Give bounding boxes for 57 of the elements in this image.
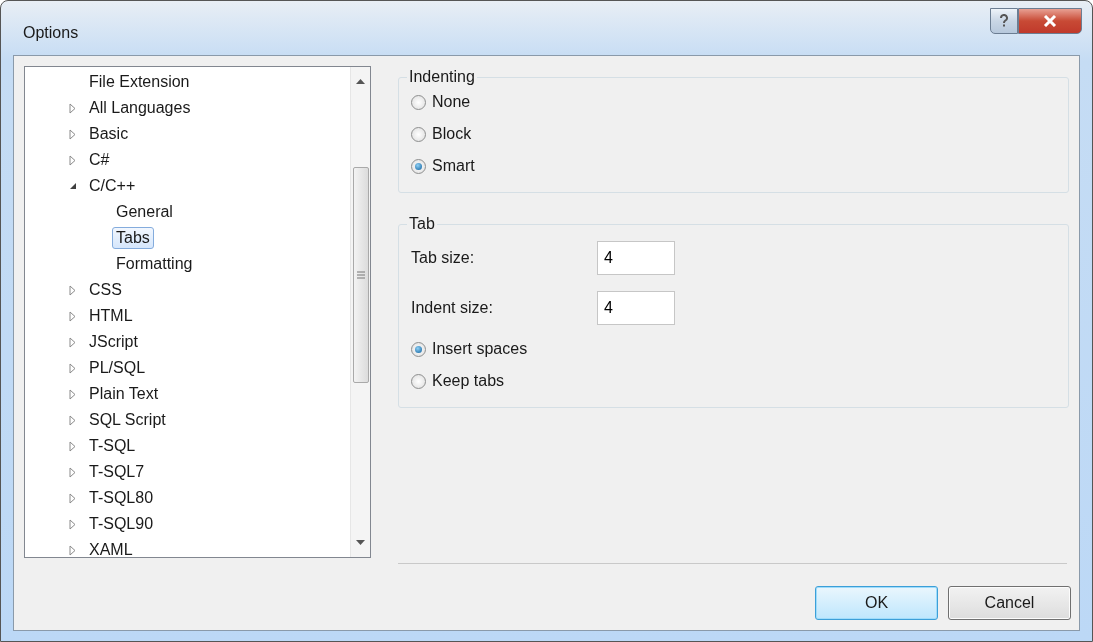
tree-item[interactable]: All Languages (85, 97, 195, 119)
category-tree[interactable]: File Extension All Languages Basic C# C/C++ General Tabs Formatting CSS HTML JScript PL/SQL Plain Text SQL Script T-SQL T-SQL7 T-SQL80 T-SQL90 XAML (24, 66, 371, 558)
dialog-button[interactable]: OK (815, 586, 938, 620)
dialog-button[interactable]: Cancel (948, 586, 1071, 620)
collapsed-arrow-icon[interactable] (69, 336, 76, 348)
scrollbar[interactable] (350, 67, 370, 557)
radio-option[interactable]: Insert spaces (411, 333, 528, 365)
tree-item[interactable]: HTML (85, 305, 137, 327)
collapsed-arrow-icon[interactable] (69, 466, 76, 478)
tree-item[interactable]: Tabs (112, 227, 154, 249)
radio-option[interactable]: Keep tabs (411, 365, 505, 397)
group-title: Indenting (408, 68, 476, 86)
tree-item[interactable]: SQL Script (85, 409, 170, 431)
radio-option[interactable]: Smart (411, 150, 475, 182)
collapsed-arrow-icon[interactable] (69, 414, 76, 426)
tree-item[interactable]: Formatting (112, 253, 197, 275)
tree-item[interactable]: XAML (85, 539, 137, 557)
tree-item[interactable]: Plain Text (85, 383, 163, 405)
radio-option[interactable]: None (411, 86, 471, 118)
collapsed-arrow-icon[interactable] (69, 440, 76, 452)
group-title: Tab (408, 215, 436, 233)
tree-item[interactable]: T-SQL80 (85, 487, 158, 509)
tree-item[interactable]: CSS (85, 279, 126, 301)
tree-item[interactable]: T-SQL (85, 435, 140, 457)
collapsed-arrow-icon[interactable] (69, 492, 76, 504)
tree-item[interactable]: JScript (85, 331, 142, 353)
input-field[interactable]: 4 (597, 241, 675, 275)
collapsed-arrow-icon[interactable] (69, 544, 76, 556)
scroll-down-icon[interactable] (356, 540, 365, 545)
collapsed-arrow-icon[interactable] (69, 388, 76, 400)
collapsed-arrow-icon[interactable] (69, 128, 76, 140)
radio-option[interactable]: Block (411, 118, 472, 150)
collapsed-arrow-icon[interactable] (69, 310, 76, 322)
close-button[interactable] (1018, 8, 1082, 34)
collapsed-arrow-icon[interactable] (69, 518, 76, 530)
tree-item[interactable]: File Extension (85, 71, 194, 93)
collapsed-arrow-icon[interactable] (69, 284, 76, 296)
tree-item[interactable]: C/C++ (85, 175, 140, 197)
field-label: Indent size: (411, 299, 494, 317)
expanded-arrow-icon[interactable] (69, 182, 77, 190)
field-label: Tab size: (411, 249, 476, 267)
help-icon (999, 14, 1009, 28)
tree-item[interactable]: T-SQL90 (85, 513, 158, 535)
collapsed-arrow-icon[interactable] (69, 154, 76, 166)
close-icon (1043, 15, 1057, 27)
tree-item[interactable]: T-SQL7 (85, 461, 149, 483)
collapsed-arrow-icon[interactable] (69, 102, 76, 114)
tree-item[interactable]: General (112, 201, 177, 223)
scroll-up-icon[interactable] (356, 79, 365, 84)
tree-item[interactable]: Basic (85, 123, 133, 145)
input-field[interactable]: 4 (597, 291, 675, 325)
scroll-thumb[interactable] (353, 167, 369, 383)
tree-item[interactable]: C# (85, 149, 114, 171)
help-button[interactable] (990, 8, 1018, 34)
window-title: Options (23, 24, 80, 42)
tree-item[interactable]: PL/SQL (85, 357, 150, 379)
collapsed-arrow-icon[interactable] (69, 362, 76, 374)
